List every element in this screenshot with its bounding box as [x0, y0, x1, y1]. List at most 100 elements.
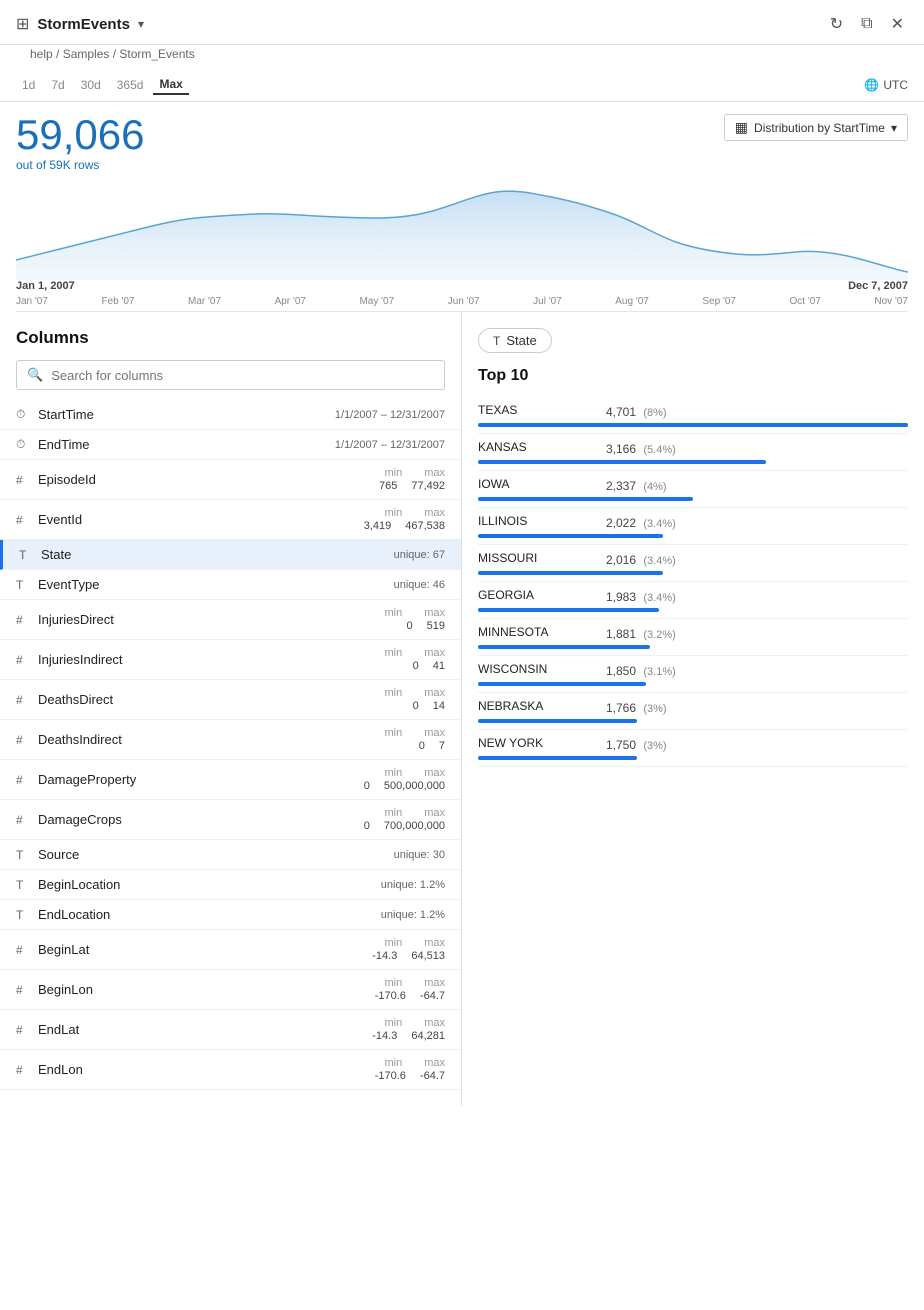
list-item: TEXAS 4,701 (8%) — [478, 397, 908, 434]
list-item: KANSAS 3,166 (5.4%) — [478, 434, 908, 471]
state-pill-label: State — [506, 333, 536, 348]
column-row[interactable]: # EndLat minmax -14.364,281 — [0, 1010, 461, 1050]
columns-title: Columns — [0, 328, 461, 360]
top10-bar — [478, 423, 908, 427]
time-range-bar: 1d 7d 30d 365d Max 🌐 UTC — [0, 69, 924, 102]
list-item: MINNESOTA 1,881 (3.2%) — [478, 619, 908, 656]
top10-state-name: MISSOURI — [478, 551, 598, 565]
col-type-icon: # — [16, 983, 38, 997]
top10-bar — [478, 682, 646, 686]
time-max[interactable]: Max — [153, 75, 188, 95]
col-unique: unique: 1.2% — [381, 879, 445, 891]
column-row[interactable]: # DeathsDirect minmax 014 — [0, 680, 461, 720]
column-row[interactable]: T EventType unique: 46 — [0, 570, 461, 600]
list-item: NEW YORK 1,750 (3%) — [478, 730, 908, 767]
column-row[interactable]: # EndLon minmax -170.6-64.7 — [0, 1050, 461, 1090]
time-365d[interactable]: 365d — [111, 75, 150, 95]
column-row[interactable]: # DeathsIndirect minmax 07 — [0, 720, 461, 760]
title-chevron-icon[interactable]: ▾ — [138, 17, 144, 31]
timezone-button[interactable]: 🌐 UTC — [864, 78, 908, 92]
column-row[interactable]: ⏱ EndTime 1/1/2007 – 12/31/2007 — [0, 430, 461, 460]
col-name: EndLocation — [38, 907, 381, 922]
top10-bar — [478, 719, 637, 723]
top10-bar-row: NEW YORK 1,750 (3%) — [478, 736, 908, 753]
column-row[interactable]: # DamageProperty minmax 0500,000,000 — [0, 760, 461, 800]
top10-pct: (4%) — [643, 481, 666, 493]
top10-count: 1,766 (3%) — [606, 701, 667, 715]
month-oct: Oct '07 — [790, 296, 821, 307]
col-type-icon: T — [19, 548, 41, 562]
main-content: Columns 🔍 ⏱ StartTime 1/1/2007 – 12/31/2… — [0, 312, 924, 1106]
column-row[interactable]: T State unique: 67 — [0, 540, 461, 570]
col-type-icon: # — [16, 773, 38, 787]
col-type-icon: # — [16, 813, 38, 827]
col-unique: unique: 46 — [394, 579, 445, 591]
column-row[interactable]: # EpisodeId minmax 76577,492 — [0, 460, 461, 500]
top10-bar — [478, 497, 693, 501]
month-apr: Apr '07 — [275, 296, 306, 307]
column-row[interactable]: T EndLocation unique: 1.2% — [0, 900, 461, 930]
globe-icon: 🌐 — [864, 78, 879, 92]
top10-bar-row: NEBRASKA 1,766 (3%) — [478, 699, 908, 716]
time-1d[interactable]: 1d — [16, 75, 41, 95]
date-range-row: Jan 1, 2007 Dec 7, 2007 — [16, 280, 908, 294]
top10-bar-row: MISSOURI 2,016 (3.4%) — [478, 551, 908, 568]
top10-bar-row: IOWA 2,337 (4%) — [478, 477, 908, 494]
col-type-icon: # — [16, 733, 38, 747]
col-minmax: minmax -170.6-64.7 — [375, 977, 445, 1002]
grid-icon: ⊞ — [16, 14, 29, 34]
top10-count: 1,850 (3.1%) — [606, 664, 676, 678]
time-7d[interactable]: 7d — [45, 75, 70, 95]
list-item: MISSOURI 2,016 (3.4%) — [478, 545, 908, 582]
column-row[interactable]: # BeginLat minmax -14.364,513 — [0, 930, 461, 970]
top10-bar-row: TEXAS 4,701 (8%) — [478, 403, 908, 420]
column-list: ⏱ StartTime 1/1/2007 – 12/31/2007 ⏱ EndT… — [0, 400, 461, 1090]
top10-state-name: MINNESOTA — [478, 625, 598, 639]
split-button[interactable]: ⧉ — [857, 11, 876, 37]
month-aug: Aug '07 — [615, 296, 649, 307]
top10-count: 2,016 (3.4%) — [606, 553, 676, 567]
top10-pct: (3.4%) — [643, 592, 675, 604]
list-item: IOWA 2,337 (4%) — [478, 471, 908, 508]
column-row[interactable]: # DamageCrops minmax 0700,000,000 — [0, 800, 461, 840]
time-30d[interactable]: 30d — [75, 75, 107, 95]
col-type-icon: ⏱ — [16, 407, 38, 422]
chart-subtitle: out of 59K rows — [16, 158, 908, 172]
top10-count: 3,166 (5.4%) — [606, 442, 676, 456]
top10-state-name: GEORGIA — [478, 588, 598, 602]
col-name: BeginLocation — [38, 877, 381, 892]
col-type-icon: T — [16, 878, 38, 892]
column-row[interactable]: # InjuriesDirect minmax 0519 — [0, 600, 461, 640]
top10-state-name: NEBRASKA — [478, 699, 598, 713]
column-row[interactable]: T Source unique: 30 — [0, 840, 461, 870]
search-box[interactable]: 🔍 — [16, 360, 445, 390]
refresh-button[interactable]: ↻ — [826, 10, 847, 38]
top10-count: 1,983 (3.4%) — [606, 590, 676, 604]
column-row[interactable]: ⏱ StartTime 1/1/2007 – 12/31/2007 — [0, 400, 461, 430]
month-labels-row: Jan '07 Feb '07 Mar '07 Apr '07 May '07 … — [16, 294, 908, 312]
month-feb: Feb '07 — [101, 296, 134, 307]
top10-bar-row: KANSAS 3,166 (5.4%) — [478, 440, 908, 457]
top10-state-name: WISCONSIN — [478, 662, 598, 676]
top10-state-name: KANSAS — [478, 440, 598, 454]
distribution-button[interactable]: ▦ Distribution by StartTime ▾ — [724, 114, 908, 141]
col-minmax: minmax 07 — [384, 727, 445, 752]
close-button[interactable]: ✕ — [887, 10, 908, 38]
col-minmax: minmax 76577,492 — [379, 467, 445, 492]
col-name: EventId — [38, 512, 364, 527]
col-type-icon: ⏱ — [16, 437, 38, 452]
search-input[interactable] — [51, 368, 434, 383]
col-name: EndLon — [38, 1062, 375, 1077]
col-name: BeginLon — [38, 982, 375, 997]
columns-panel: Columns 🔍 ⏱ StartTime 1/1/2007 – 12/31/2… — [0, 312, 462, 1106]
column-row[interactable]: # InjuriesIndirect minmax 041 — [0, 640, 461, 680]
state-pill[interactable]: T State — [478, 328, 552, 353]
col-unique: unique: 30 — [394, 849, 445, 861]
column-row[interactable]: T BeginLocation unique: 1.2% — [0, 870, 461, 900]
col-minmax: minmax 014 — [384, 687, 445, 712]
col-name: Source — [38, 847, 394, 862]
column-row[interactable]: # BeginLon minmax -170.6-64.7 — [0, 970, 461, 1010]
col-name: EndTime — [38, 437, 335, 452]
top10-bar — [478, 534, 663, 538]
column-row[interactable]: # EventId minmax 3,419467,538 — [0, 500, 461, 540]
